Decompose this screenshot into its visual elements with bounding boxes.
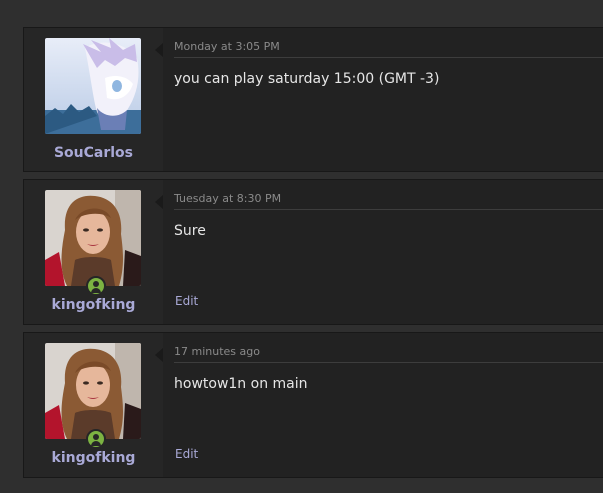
username[interactable]: kingofking [24,297,163,313]
divider [174,362,603,363]
avatar[interactable] [45,38,141,134]
message-post: kingofking 17 minutes ago howtow1n on ma… [23,332,603,478]
message-user-panel: kingofking [24,333,163,477]
online-status-icon [86,276,106,296]
message-timestamp[interactable]: Tuesday at 8:30 PM [174,192,281,205]
message-post: kingofking Tuesday at 8:30 PM Sure Edit [23,179,603,325]
online-status-icon [86,429,106,449]
avatar-image [45,190,141,286]
divider [174,57,603,58]
avatar-image [45,343,141,439]
username[interactable]: kingofking [24,450,163,466]
edit-button[interactable]: Edit [175,447,198,461]
message-user-panel: kingofking [24,180,163,324]
message-text: Sure [174,223,206,239]
message-post: SouCarlos Monday at 3:05 PM you can play… [23,27,603,172]
message-user-panel: SouCarlos [24,28,163,171]
message-timestamp[interactable]: 17 minutes ago [174,345,260,358]
message-timestamp[interactable]: Monday at 3:05 PM [174,40,280,53]
edit-button[interactable]: Edit [175,294,198,308]
avatar[interactable] [45,190,141,286]
avatar[interactable] [45,343,141,439]
message-text: howtow1n on main [174,376,308,392]
message-text: you can play saturday 15:00 (GMT -3) [174,71,440,87]
avatar-image [45,38,141,134]
divider [174,209,603,210]
username[interactable]: SouCarlos [24,145,163,161]
